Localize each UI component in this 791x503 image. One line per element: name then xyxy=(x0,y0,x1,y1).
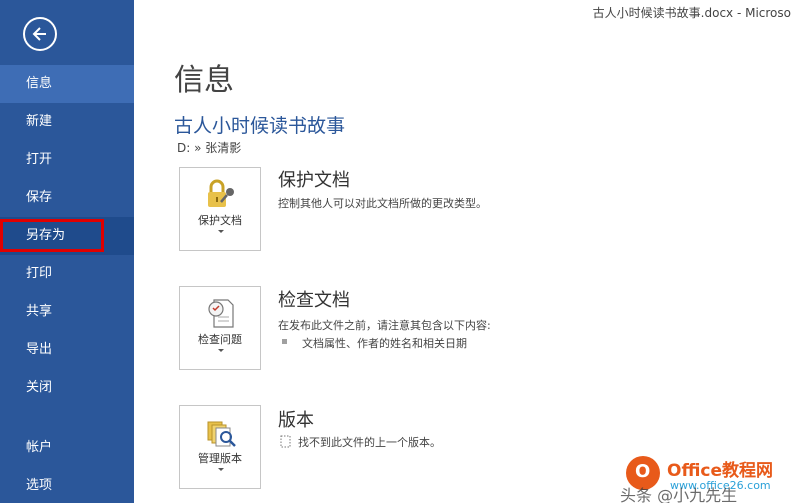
inspect-bullet-item: 文档属性、作者的姓名和相关日期 xyxy=(302,337,467,350)
manage-versions-button[interactable]: 管理版本 xyxy=(179,405,261,489)
info-panel: 古人小时候读书故事.docx - Microso 信息 古人小时候读书故事 D:… xyxy=(134,0,791,503)
page-title: 信息 xyxy=(174,63,234,98)
protect-document-label: 保护文档 xyxy=(198,214,242,227)
check-issues-label: 检查问题 xyxy=(198,333,242,346)
protect-section-title: 保护文档 xyxy=(278,170,350,191)
watermark-brand: Office教程网 xyxy=(667,461,774,481)
save-as-highlight-box xyxy=(0,219,104,252)
nav-new[interactable]: 新建 xyxy=(0,103,134,141)
inspect-section-title: 检查文档 xyxy=(278,290,350,311)
nav-options[interactable]: 选项 xyxy=(0,467,134,503)
bullet-square xyxy=(282,339,287,344)
lock-key-icon xyxy=(208,179,234,207)
inspect-document-icon xyxy=(208,299,234,328)
watermark-overlay-text: 头条 @小九先生 xyxy=(620,486,738,503)
backstage-sidebar: 信息 新建 打开 保存 另存为 打印 共享 导出 关闭 帐户 选项 xyxy=(0,0,134,503)
chevron-down-icon xyxy=(218,349,224,352)
manage-versions-label: 管理版本 xyxy=(198,452,242,465)
nav-close[interactable]: 关闭 xyxy=(0,369,134,407)
nav-share[interactable]: 共享 xyxy=(0,293,134,331)
nav-save[interactable]: 保存 xyxy=(0,179,134,217)
nav-info[interactable]: 信息 xyxy=(0,65,134,103)
versions-section-title: 版本 xyxy=(278,410,314,431)
check-issues-button[interactable]: 检查问题 xyxy=(179,286,261,370)
back-button[interactable] xyxy=(23,17,57,51)
document-dotted-icon xyxy=(280,435,291,448)
versions-section-desc: 找不到此文件的上一个版本。 xyxy=(298,436,441,449)
inspect-section-desc: 在发布此文件之前，请注意其包含以下内容: xyxy=(278,319,491,332)
window-title: 古人小时候读书故事.docx - Microso xyxy=(592,6,791,20)
watermark: O Office教程网 www.office26.com 头条 @小九先生 xyxy=(620,452,791,503)
nav-open[interactable]: 打开 xyxy=(0,141,134,179)
nav-account[interactable]: 帐户 xyxy=(0,429,134,467)
chevron-down-icon xyxy=(218,230,224,233)
document-title: 古人小时候读书故事 xyxy=(174,115,346,137)
nav-export[interactable]: 导出 xyxy=(0,331,134,369)
nav-print[interactable]: 打印 xyxy=(0,255,134,293)
back-arrow-icon xyxy=(32,27,46,41)
manage-versions-icon xyxy=(207,421,236,447)
chevron-down-icon xyxy=(218,468,224,471)
protect-document-button[interactable]: 保护文档 xyxy=(179,167,261,251)
protect-section-desc: 控制其他人可以对此文档所做的更改类型。 xyxy=(278,197,487,210)
document-path[interactable]: D: » 张清影 xyxy=(177,139,241,156)
